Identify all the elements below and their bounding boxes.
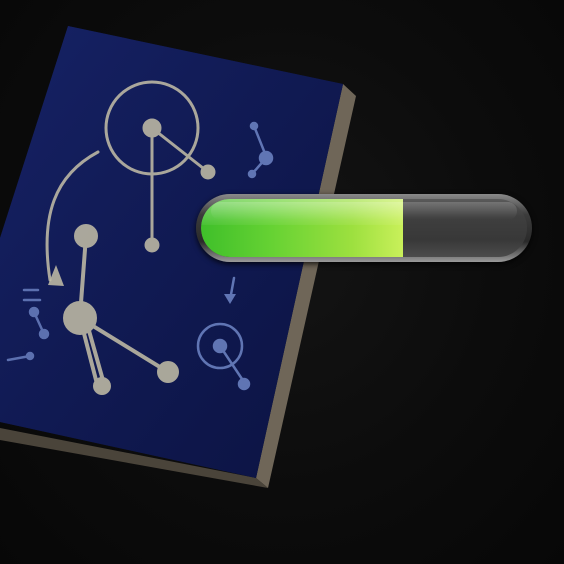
progress-fill [201,199,404,257]
progress-track [201,199,527,257]
game-scene [0,0,564,564]
progress-bar [196,194,532,262]
star-chart-book [0,26,356,488]
